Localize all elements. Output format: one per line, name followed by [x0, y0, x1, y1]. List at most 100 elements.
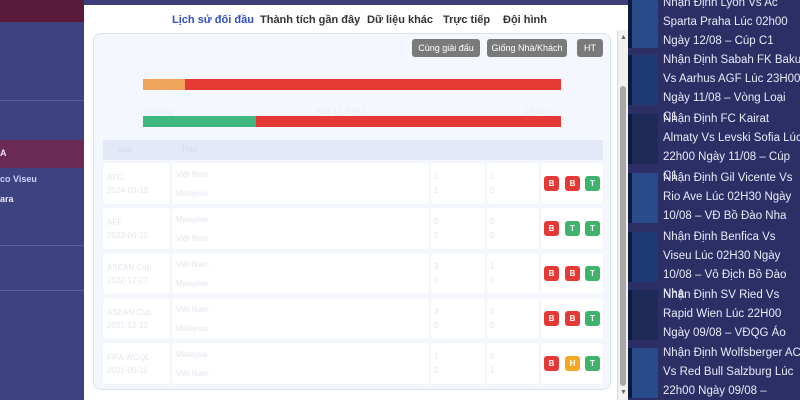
news-item[interactable]: Nhận Định FC Kairat Almaty Vs Levski Sof… [628, 110, 800, 182]
teams-cell: Malaysia Việt Nam [172, 343, 429, 384]
goals-bar-orange [143, 79, 185, 90]
results-cell: BTT [541, 208, 603, 249]
result-badge: B [544, 356, 559, 371]
match-date: 2023-06-10 [107, 231, 148, 240]
teams-cell: Việt Nam Malaysia [172, 298, 429, 339]
halftime-cell: 10 [487, 253, 539, 294]
results-cell: BHT [541, 343, 603, 384]
same-league-filter-button[interactable]: Cùng giải đấu [412, 39, 480, 57]
teams-cell: Malaysia Việt Nam [172, 208, 429, 249]
news-item[interactable]: Nhận Định Benfica Vs Viseu Lúc 02H30 Ngà… [628, 228, 800, 300]
league-name: FIFA WCQL [107, 353, 150, 362]
halftime-filter-button[interactable]: HT [577, 39, 603, 57]
scroll-down-icon[interactable]: ▼ [620, 389, 627, 396]
tab-lineup[interactable]: Đội hình [503, 14, 547, 26]
scroll-up-icon[interactable]: ▲ [620, 34, 627, 41]
news-title[interactable]: Nhận Định Lyon Vs Ac Sparta Praha Lúc 02… [663, 0, 800, 51]
home-team: Việt Nam [176, 305, 209, 314]
news-thumbnail [628, 55, 658, 105]
league-cell: ASEAN Cup 2022-12-27 [103, 253, 170, 294]
away-team: Việt Nam [176, 369, 209, 378]
news-thumbnail [628, 290, 658, 340]
news-title[interactable]: Nhận Định SV Ried Vs Rapid Wien Lúc 22H0… [663, 286, 800, 343]
home-score: 0 [434, 217, 439, 226]
away-score: 1 [434, 186, 439, 195]
news-item[interactable]: Nhận Định Sabah FK Baku Vs Aarhus AGF Lú… [628, 51, 800, 123]
teams-cell: Việt Nam Malaysia [172, 163, 429, 204]
result-badge: B [565, 311, 580, 326]
news-thumbnail [628, 173, 658, 223]
background-highlight [0, 140, 84, 168]
home-halftime: 0 [490, 217, 495, 226]
home-halftime: 0 [490, 352, 495, 361]
result-badge: T [585, 176, 600, 191]
header-league: Giải [117, 145, 132, 154]
league-cell: FIFA WCQL 2021-06-11 [103, 343, 170, 384]
score-cell: 11 [431, 163, 485, 204]
score-cell: 30 [431, 298, 485, 339]
match-date: 2022-12-27 [107, 276, 148, 285]
bar2-right-label: 1 Thua [524, 107, 549, 116]
league-name: AFC [107, 173, 123, 182]
home-halftime: 1 [490, 172, 495, 181]
news-sidebar: Nhận Định Lyon Vs Ac Sparta Praha Lúc 02… [628, 0, 800, 400]
away-score: 0 [434, 321, 439, 330]
home-halftime: 2 [490, 307, 495, 316]
match-date: 2021-12-12 [107, 321, 148, 330]
league-name: ASEAN Cup [107, 263, 152, 272]
away-halftime: 1 [490, 366, 495, 375]
result-badge: B [565, 266, 580, 281]
news-thumbnail [628, 114, 658, 164]
away-team: Việt Nam [176, 234, 209, 243]
table-header: Giải Trận [103, 140, 603, 160]
header-match: Trận [181, 145, 198, 154]
home-team: Việt Nam [176, 170, 209, 179]
background-topbar [0, 0, 84, 22]
tab-recent-form[interactable]: Thành tích gần đây [260, 14, 360, 26]
away-halftime: 0 [490, 186, 495, 195]
bar2-left-label: 3 Thắng [144, 107, 174, 116]
results-cell: BBT [541, 163, 603, 204]
away-score: 0 [434, 276, 439, 285]
results-bar-red [256, 116, 561, 127]
scroll-thumb[interactable] [620, 86, 626, 386]
score-cell: 30 [431, 253, 485, 294]
away-score: 2 [434, 231, 439, 240]
result-badge: T [585, 266, 600, 281]
tab-other-data[interactable]: Dữ liệu khác [367, 14, 433, 26]
bg-text: A [0, 148, 7, 158]
tab-live[interactable]: Trực tiếp [443, 14, 490, 26]
tab-head-to-head[interactable]: Lịch sử đối đầu [172, 14, 254, 26]
table-row: AFC 2024-03-12 Việt Nam Malaysia 1 1 1 0 B B T [103, 163, 603, 204]
same-home-away-filter-button[interactable]: Giống Nhà/Khách [487, 39, 567, 57]
score-cell: 02 [431, 208, 485, 249]
halftime-cell: 20 [487, 298, 539, 339]
news-title[interactable]: Nhận Định Gil Vicente Vs Rio Ave Lúc 02H… [663, 169, 800, 226]
table-row: FIFA WCQL 2021-06-11 Malaysia Việt Nam 1 2 0 1 B… [103, 343, 603, 384]
league-name: AFF [107, 218, 123, 227]
news-item[interactable]: Nhận Định Wolfsberger AC Vs Red Bull Sal… [628, 344, 800, 400]
news-item[interactable]: Nhận Định Gil Vicente Vs Rio Ave Lúc 02H… [628, 169, 800, 227]
league-cell: AFC 2024-03-12 [103, 163, 170, 204]
news-item[interactable]: Nhận Định SV Ried Vs Rapid Wien Lúc 22H0… [628, 286, 800, 344]
result-badge: T [565, 221, 580, 236]
news-title[interactable]: Nhận Định Wolfsberger AC Vs Red Bull Sal… [663, 344, 800, 400]
away-team: Malaysia [176, 189, 208, 198]
news-item[interactable]: Nhận Định Lyon Vs Ac Sparta Praha Lúc 02… [628, 0, 800, 52]
table-row: ASEAN Cup 2022-12-27 Việt Nam Malaysia 3 0 1 0 B… [103, 253, 603, 294]
home-score: 1 [434, 352, 439, 361]
modal-scrollbar[interactable]: ▲ ▼ [617, 30, 628, 400]
teams-cell: Việt Nam Malaysia [172, 253, 429, 294]
league-name: ASEAN Cup [107, 308, 152, 317]
head-to-head-modal: Lịch sử đối đầu Thành tích gần đây Dữ li… [84, 5, 628, 400]
home-team: Malaysia [176, 215, 208, 224]
result-badge: B [544, 311, 559, 326]
match-date: 2024-03-12 [107, 186, 148, 195]
bg-link[interactable]: co Viseu [0, 174, 37, 184]
away-halftime: 0 [490, 321, 495, 330]
halftime-cell: 00 [487, 208, 539, 249]
result-badge: T [585, 221, 600, 236]
news-thumbnail [628, 0, 658, 48]
result-badge: B [544, 221, 559, 236]
news-thumbnail [628, 348, 658, 398]
